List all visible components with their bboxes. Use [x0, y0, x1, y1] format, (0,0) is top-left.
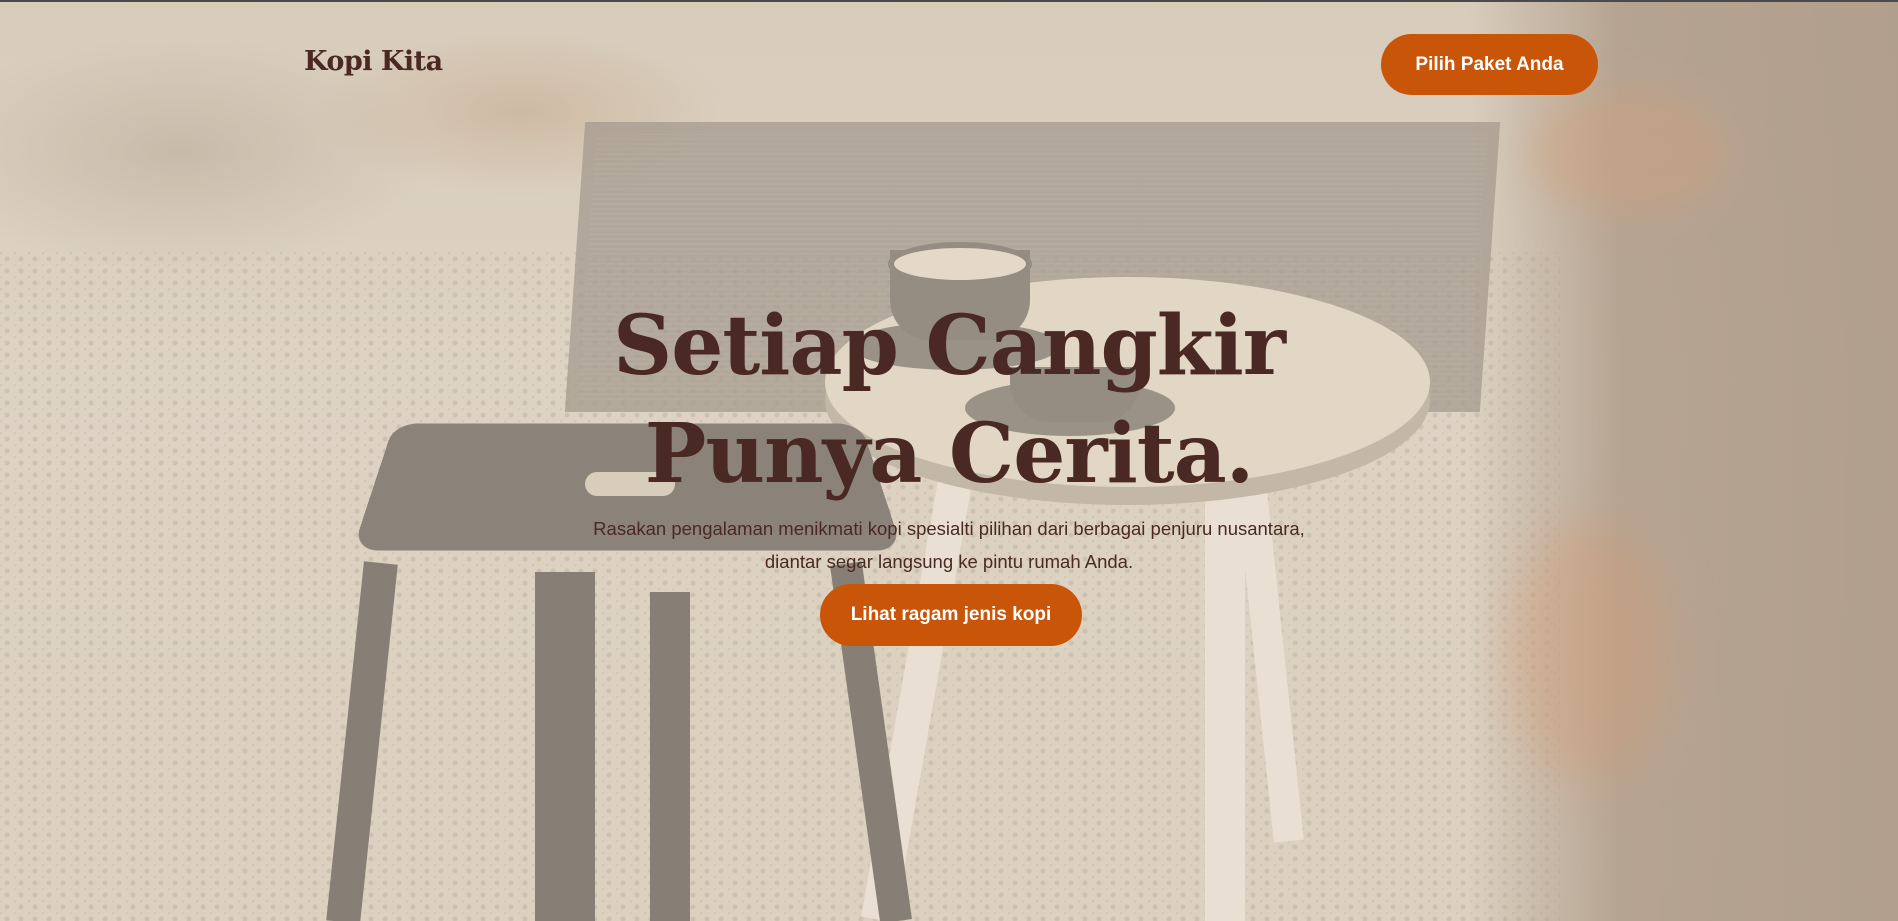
choose-package-button[interactable]: Pilih Paket Anda — [1381, 34, 1598, 95]
subtitle-line-1: Rasakan pengalaman menikmati kopi spesia… — [593, 518, 1305, 539]
browse-coffee-button[interactable]: Lihat ragam jenis kopi — [820, 584, 1082, 646]
subtitle-line-2: diantar segar langsung ke pintu rumah An… — [764, 551, 1134, 572]
brand-logo[interactable]: Kopi Kita — [304, 46, 443, 77]
headline-line-1: Setiap Cangkir — [613, 298, 1286, 394]
hero-section: Kopi Kita Pilih Paket Anda Setiap Cangki… — [0, 0, 1898, 921]
hero-headline: Setiap Cangkir Punya Cerita. — [449, 292, 1449, 508]
headline-line-2: Punya Cerita. — [644, 406, 1255, 502]
hero-subtitle: Rasakan pengalaman menikmati kopi spesia… — [449, 512, 1449, 578]
